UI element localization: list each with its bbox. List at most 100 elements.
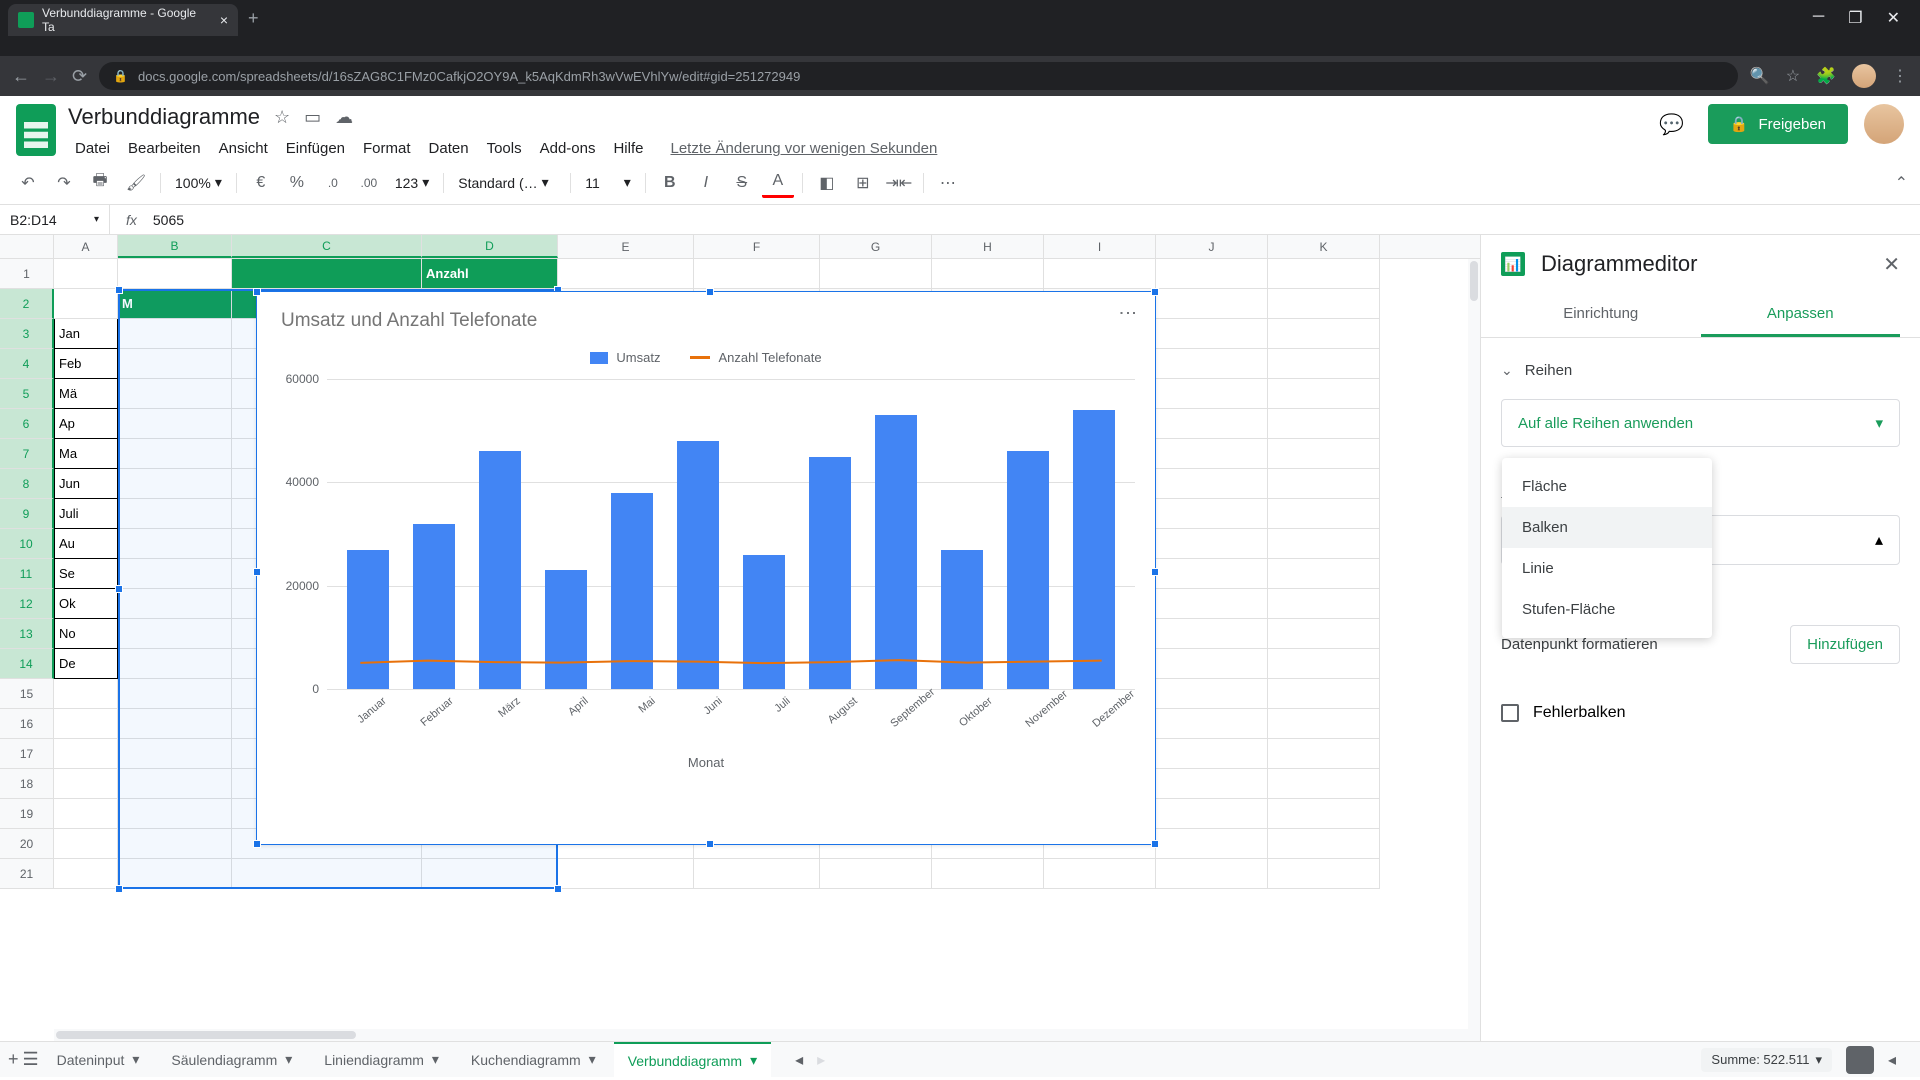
menu-ansicht[interactable]: Ansicht bbox=[212, 136, 275, 161]
number-format-select[interactable]: 123▾ bbox=[389, 174, 435, 191]
cell[interactable] bbox=[1268, 439, 1380, 469]
cell[interactable] bbox=[118, 379, 232, 409]
cell[interactable] bbox=[1268, 529, 1380, 559]
cell[interactable] bbox=[1268, 379, 1380, 409]
cell[interactable] bbox=[1044, 859, 1156, 889]
cell[interactable] bbox=[118, 559, 232, 589]
cell[interactable] bbox=[820, 859, 932, 889]
cell[interactable] bbox=[1268, 709, 1380, 739]
cell[interactable] bbox=[54, 799, 118, 829]
row-header[interactable]: 21 bbox=[0, 859, 54, 889]
cell[interactable] bbox=[54, 859, 118, 889]
cell[interactable] bbox=[54, 289, 118, 319]
cell[interactable] bbox=[1156, 859, 1268, 889]
add-datapoint-button[interactable]: Hinzufügen bbox=[1790, 625, 1900, 664]
cell[interactable] bbox=[1156, 589, 1268, 619]
cell[interactable]: No bbox=[54, 619, 118, 649]
row-header[interactable]: 13 bbox=[0, 619, 54, 649]
url-bar[interactable]: 🔒 docs.google.com/spreadsheets/d/16sZAG8… bbox=[99, 62, 1738, 90]
cell[interactable] bbox=[1268, 259, 1380, 289]
menu-daten[interactable]: Daten bbox=[422, 136, 476, 161]
back-icon[interactable]: ← bbox=[12, 66, 30, 87]
reload-icon[interactable]: ⟳ bbox=[72, 66, 87, 87]
menu-bearbeiten[interactable]: Bearbeiten bbox=[121, 136, 208, 161]
cell[interactable] bbox=[1156, 259, 1268, 289]
cell[interactable] bbox=[1044, 259, 1156, 289]
select-all-corner[interactable] bbox=[0, 235, 54, 258]
currency-button[interactable]: € bbox=[245, 168, 277, 198]
errorbar-checkbox-row[interactable]: Fehlerbalken bbox=[1501, 704, 1900, 722]
horizontal-scrollbar[interactable] bbox=[54, 1029, 1468, 1041]
row-header[interactable]: 1 bbox=[0, 259, 54, 289]
forward-icon[interactable]: → bbox=[42, 66, 60, 87]
cell[interactable] bbox=[1156, 679, 1268, 709]
cell[interactable] bbox=[1156, 739, 1268, 769]
cell[interactable]: Jun bbox=[54, 469, 118, 499]
minimize-icon[interactable]: ─ bbox=[1813, 8, 1824, 28]
col-header[interactable]: I bbox=[1044, 235, 1156, 258]
cell[interactable] bbox=[1156, 289, 1268, 319]
col-header[interactable]: K bbox=[1268, 235, 1380, 258]
sheet-tab-verbund[interactable]: Verbunddiagramm▾ bbox=[614, 1042, 771, 1078]
cell[interactable] bbox=[694, 259, 820, 289]
cloud-icon[interactable]: ☁ bbox=[335, 107, 353, 128]
cell[interactable] bbox=[1156, 799, 1268, 829]
close-tab-icon[interactable]: × bbox=[220, 12, 228, 28]
cell[interactable] bbox=[54, 679, 118, 709]
row-header[interactable]: 3 bbox=[0, 319, 54, 349]
cell[interactable] bbox=[1156, 499, 1268, 529]
cell[interactable] bbox=[1156, 649, 1268, 679]
explore-icon[interactable] bbox=[1846, 1046, 1874, 1074]
cell[interactable] bbox=[694, 859, 820, 889]
all-sheets-icon[interactable]: ☰ bbox=[23, 1049, 39, 1070]
row-header[interactable]: 4 bbox=[0, 349, 54, 379]
cell[interactable] bbox=[118, 469, 232, 499]
cell[interactable]: Feb bbox=[54, 349, 118, 379]
cell[interactable] bbox=[1156, 559, 1268, 589]
cell[interactable] bbox=[1156, 349, 1268, 379]
row-header[interactable]: 5 bbox=[0, 379, 54, 409]
cell[interactable] bbox=[118, 439, 232, 469]
cell[interactable] bbox=[1268, 469, 1380, 499]
row-header[interactable]: 18 bbox=[0, 769, 54, 799]
menu-einfuegen[interactable]: Einfügen bbox=[279, 136, 352, 161]
col-header[interactable]: H bbox=[932, 235, 1044, 258]
option-stufen-flaeche[interactable]: Stufen-Fläche bbox=[1502, 589, 1712, 630]
option-balken[interactable]: Balken bbox=[1502, 507, 1712, 548]
cell[interactable] bbox=[118, 619, 232, 649]
cell[interactable] bbox=[1268, 499, 1380, 529]
cell[interactable] bbox=[1268, 829, 1380, 859]
share-button[interactable]: 🔒 Freigeben bbox=[1708, 104, 1848, 144]
menu-format[interactable]: Format bbox=[356, 136, 418, 161]
cell[interactable] bbox=[1268, 319, 1380, 349]
percent-button[interactable]: % bbox=[281, 168, 313, 198]
name-box[interactable]: B2:D14▾ bbox=[0, 205, 110, 234]
more-tools-icon[interactable]: ⋯ bbox=[932, 168, 964, 198]
cell[interactable]: Se bbox=[54, 559, 118, 589]
cell[interactable] bbox=[54, 769, 118, 799]
fill-color-icon[interactable]: ◧ bbox=[811, 168, 843, 198]
account-avatar[interactable] bbox=[1864, 104, 1904, 144]
row-header[interactable]: 17 bbox=[0, 739, 54, 769]
chart-object[interactable]: ⋮ Umsatz und Anzahl Telefonate Umsatz An… bbox=[256, 291, 1156, 845]
checkbox-icon[interactable] bbox=[1501, 704, 1519, 722]
cell[interactable]: Mä bbox=[54, 379, 118, 409]
cell[interactable] bbox=[232, 859, 422, 889]
menu-datei[interactable]: Datei bbox=[68, 136, 117, 161]
row-header[interactable]: 6 bbox=[0, 409, 54, 439]
comments-icon[interactable]: 💬 bbox=[1652, 104, 1692, 144]
cell[interactable] bbox=[1268, 559, 1380, 589]
row-header[interactable]: 14 bbox=[0, 649, 54, 679]
sheet-nav-right-icon[interactable]: ▸ bbox=[817, 1050, 825, 1070]
close-panel-icon[interactable]: ✕ bbox=[1883, 252, 1900, 277]
cell[interactable] bbox=[1268, 619, 1380, 649]
cell[interactable] bbox=[232, 259, 422, 289]
cell[interactable] bbox=[118, 859, 232, 889]
cell[interactable] bbox=[1156, 769, 1268, 799]
cell[interactable] bbox=[1268, 649, 1380, 679]
cell[interactable] bbox=[1268, 289, 1380, 319]
cell[interactable] bbox=[1268, 769, 1380, 799]
row-header[interactable]: 10 bbox=[0, 529, 54, 559]
col-header[interactable]: D bbox=[422, 235, 558, 258]
browser-tab[interactable]: Verbunddiagramme - Google Ta × bbox=[8, 4, 238, 36]
